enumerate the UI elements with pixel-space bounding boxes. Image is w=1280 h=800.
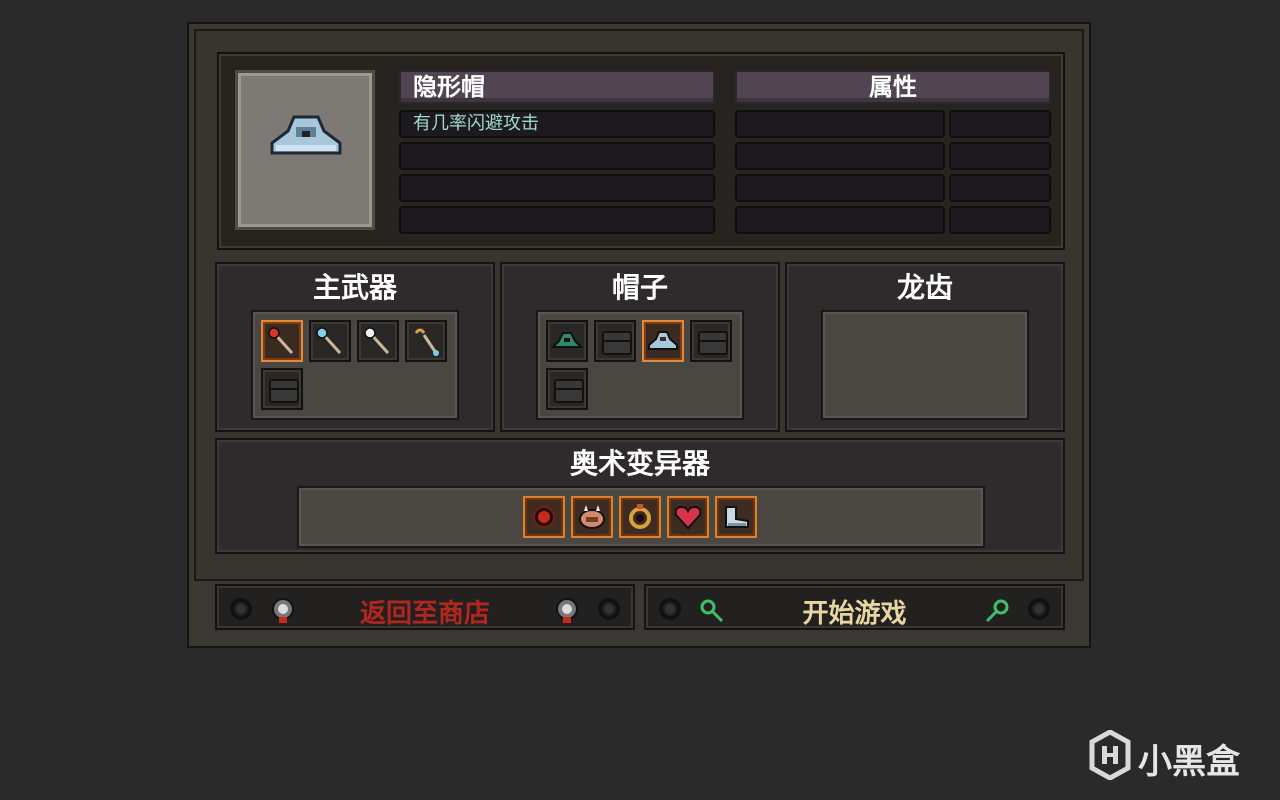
attributes-title: 属性 bbox=[735, 70, 1051, 104]
attribute-name-cell bbox=[735, 174, 945, 202]
item-description-line: 有几率闪避攻击 bbox=[399, 110, 715, 138]
mutator-slot-red-orb[interactable] bbox=[523, 496, 565, 538]
staff-red-orb-icon bbox=[268, 327, 294, 355]
staff-white-orb-icon bbox=[364, 327, 390, 355]
hat-slot-green[interactable] bbox=[546, 320, 588, 362]
gear-icon bbox=[1028, 598, 1050, 620]
green-hat-icon bbox=[551, 332, 583, 348]
red-eye-gear-icon bbox=[556, 598, 578, 623]
loadout-window: 隐形帽 属性 有几率闪避攻击 主武器 帽子 龙齿 奥术变异器 返回至商店 开始游… bbox=[187, 22, 1091, 648]
dragon-tooth-title: 龙齿 bbox=[896, 271, 953, 304]
gear-icon bbox=[598, 598, 620, 620]
attribute-value-cell bbox=[949, 142, 1051, 170]
hat-slot-empty[interactable] bbox=[690, 320, 732, 362]
attribute-value-cell bbox=[949, 110, 1051, 138]
boots-icon bbox=[725, 506, 749, 528]
attribute-name-cell bbox=[735, 110, 945, 138]
dragon-tooth-section: 龙齿 bbox=[785, 262, 1065, 432]
heybox-logo-icon bbox=[1089, 730, 1131, 780]
empty-chest-icon bbox=[269, 379, 299, 403]
item-name: 隐形帽 bbox=[399, 70, 715, 104]
staff-hook-icon bbox=[414, 328, 439, 356]
main-weapon-section: 主武器 bbox=[215, 262, 495, 432]
weapon-slot-hook-staff[interactable] bbox=[405, 320, 447, 362]
watermark-text: 小黑盒 bbox=[1138, 742, 1240, 782]
empty-chest-icon bbox=[602, 331, 632, 355]
empty-chest-icon bbox=[554, 379, 584, 403]
back-to-shop-button[interactable]: 返回至商店 bbox=[215, 584, 635, 630]
attribute-value-cell bbox=[949, 206, 1051, 234]
arcane-mutator-section: 奥术变异器 bbox=[215, 438, 1065, 554]
spiked-shell-icon bbox=[579, 505, 605, 529]
item-description-line bbox=[399, 174, 715, 202]
weapon-slot-white-staff[interactable] bbox=[357, 320, 399, 362]
hat-title: 帽子 bbox=[611, 271, 668, 304]
watermark: 小黑盒 bbox=[1088, 728, 1248, 784]
item-description-line bbox=[399, 142, 715, 170]
weapon-slot-empty[interactable] bbox=[261, 368, 303, 410]
hat-slot-grid bbox=[536, 310, 744, 420]
item-portrait bbox=[235, 70, 375, 230]
hat-slot-empty[interactable] bbox=[594, 320, 636, 362]
mutator-slot-heart[interactable] bbox=[667, 496, 709, 538]
mutator-slot-gold-ring[interactable] bbox=[619, 496, 661, 538]
mutator-slot-spiked-shell[interactable] bbox=[571, 496, 613, 538]
attribute-value-cell bbox=[949, 174, 1051, 202]
invisibility-hat-icon bbox=[270, 115, 342, 155]
mutator-slot-boots[interactable] bbox=[715, 496, 757, 538]
red-orb-icon bbox=[533, 506, 555, 528]
empty-chest-icon bbox=[698, 331, 728, 355]
hat-slot-invisibility[interactable] bbox=[642, 320, 684, 362]
attribute-name-cell bbox=[735, 206, 945, 234]
gold-ring-icon bbox=[629, 504, 651, 529]
green-wand-icon bbox=[985, 599, 1009, 623]
weapon-slot-blue-staff[interactable] bbox=[309, 320, 351, 362]
hat-slot-empty[interactable] bbox=[546, 368, 588, 410]
main-weapon-title: 主武器 bbox=[312, 271, 397, 304]
arcane-mutator-title: 奥术变异器 bbox=[569, 447, 710, 480]
attribute-name-cell bbox=[735, 142, 945, 170]
hat-section: 帽子 bbox=[500, 262, 780, 432]
item-description-line bbox=[399, 206, 715, 234]
heart-icon bbox=[674, 505, 702, 530]
arcane-mutator-slot-bar bbox=[297, 486, 985, 548]
main-weapon-slot-grid bbox=[251, 310, 459, 420]
weapon-slot-red-staff[interactable] bbox=[261, 320, 303, 362]
invisibility-hat-icon bbox=[648, 331, 678, 350]
item-info-panel: 隐形帽 属性 有几率闪避攻击 bbox=[217, 52, 1065, 250]
start-game-button[interactable]: 开始游戏 bbox=[644, 584, 1065, 630]
dragon-tooth-slot-area[interactable] bbox=[821, 310, 1029, 420]
staff-blue-orb-icon bbox=[316, 327, 342, 355]
